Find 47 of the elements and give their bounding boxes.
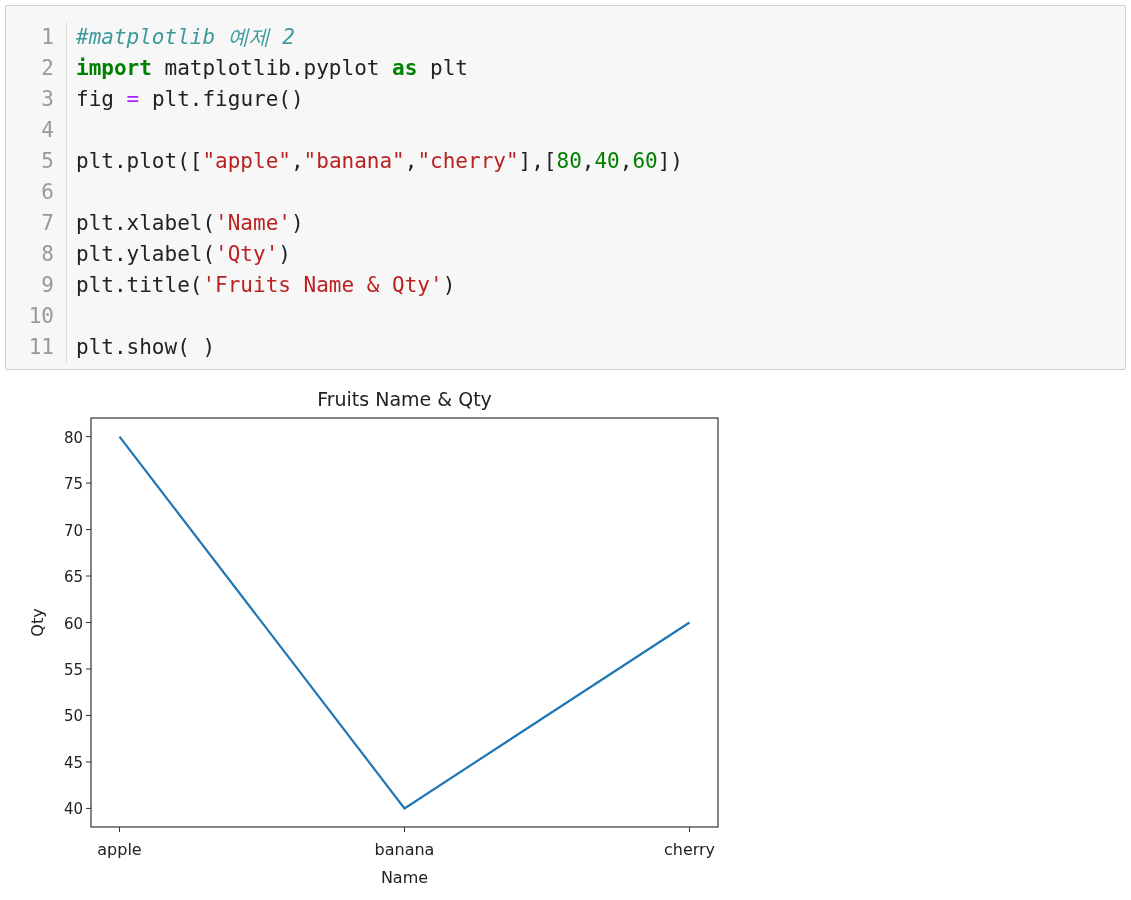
tick-mark xyxy=(85,761,92,763)
tick-mark xyxy=(85,714,92,716)
line-number: 6 xyxy=(41,179,54,206)
line-number: 2 xyxy=(41,55,54,82)
code-line: import matplotlib.pyplot as plt xyxy=(76,56,468,80)
code-line: plt.title('Fruits Name & Qty') xyxy=(76,273,456,297)
code-line: plt.xlabel('Name') xyxy=(76,211,304,235)
line-number: 7 xyxy=(41,210,54,237)
chart-title: Fruits Name & Qty xyxy=(317,388,492,410)
line-number: 10 xyxy=(28,303,54,330)
y-tick-label: 65 xyxy=(63,568,83,586)
y-tick-label: 55 xyxy=(63,661,83,679)
code-line: #matplotlib 예제 2 xyxy=(76,25,295,49)
line-number: 8 xyxy=(41,241,54,268)
tick-mark xyxy=(85,529,92,531)
y-tick-label: 40 xyxy=(63,800,83,819)
y-tick-label: 60 xyxy=(63,614,83,633)
line-number: 11 xyxy=(28,334,54,361)
tick-mark xyxy=(85,807,92,809)
y-tick-label: 45 xyxy=(63,753,83,772)
y-axis-label: Qty xyxy=(28,608,47,637)
tick-mark xyxy=(85,622,92,623)
code-line: plt.ylabel('Qty') xyxy=(76,242,291,266)
tick-mark xyxy=(85,668,92,670)
y-tick-label: 50 xyxy=(63,707,83,726)
code-line: fig = plt.figure() xyxy=(76,87,304,111)
code-cell[interactable] xyxy=(5,5,1126,370)
tick-mark xyxy=(404,826,405,833)
y-tick-label: 80 xyxy=(63,428,83,447)
x-tick-label: cherry xyxy=(663,840,716,859)
x-axis-label: Name xyxy=(380,868,429,887)
tick-mark xyxy=(119,826,120,833)
code-line: plt.show( ) xyxy=(76,335,216,359)
y-tick-label: 70 xyxy=(63,521,83,540)
y-tick-label: 75 xyxy=(63,475,83,494)
line-number: 5 xyxy=(41,148,54,175)
tick-mark xyxy=(85,482,92,484)
x-tick-label: apple xyxy=(97,840,142,859)
tick-mark xyxy=(85,575,92,577)
tick-mark xyxy=(689,826,690,833)
code-line: plt.plot(["apple","banana","cherry"],[80,40,60]) xyxy=(76,149,683,173)
x-tick-label: banana xyxy=(374,840,435,859)
line-number: 3 xyxy=(41,86,54,113)
line-number: 4 xyxy=(41,117,54,144)
line-number: 9 xyxy=(41,272,54,299)
tick-mark xyxy=(85,436,92,438)
line-number: 1 xyxy=(41,24,54,51)
